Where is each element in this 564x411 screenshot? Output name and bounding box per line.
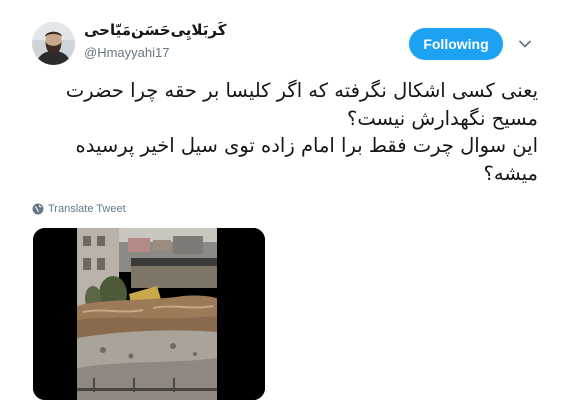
chevron-down-icon[interactable] [517, 36, 533, 52]
translate-label: Translate Tweet [48, 203, 126, 215]
video-thumbnail[interactable] [33, 228, 265, 400]
flood-video-frame [33, 228, 265, 400]
display-name[interactable]: کَربَلایِی‌حَسَن‌مَیّاحی [84, 21, 227, 39]
tweet-text: یعنی کسی اشکال نگرفته که اگر کلیسا بر حق… [26, 77, 538, 187]
tweet-text-line: میشه؟ [483, 161, 538, 185]
tweet-text-line: مسیح نگهدارش نیست؟ [347, 106, 538, 130]
tweet-text-line: این سوال چرت فقط برا امام زاده توی سیل ا… [75, 134, 539, 157]
globe-icon [32, 203, 44, 215]
handle[interactable]: @Hmayyahi17 [84, 45, 169, 60]
tweet-text-line: یعنی کسی اشکال نگرفته که اگر کلیسا بر حق… [65, 79, 538, 102]
avatar[interactable] [32, 22, 75, 65]
translate-tweet-link[interactable]: Translate Tweet [32, 203, 126, 215]
avatar-image [32, 22, 75, 65]
following-button[interactable]: Following [409, 28, 503, 60]
